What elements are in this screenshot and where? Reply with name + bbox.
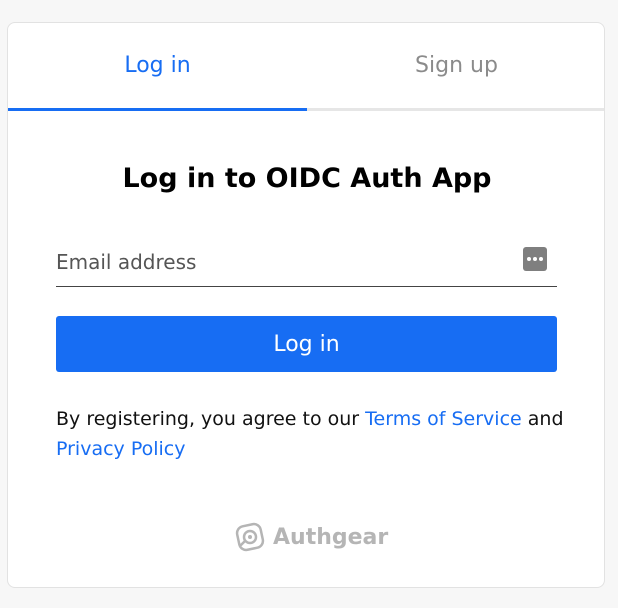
terms-and: and [527,408,564,430]
password-manager-icon[interactable] [523,247,547,271]
brand-footer: Authgear [234,521,388,553]
tab-signup[interactable]: Sign up [307,23,604,111]
email-input[interactable] [56,241,506,283]
authgear-logo-icon [235,522,265,552]
auth-tabs: Log in Sign up [8,23,604,111]
login-button[interactable]: Log in [56,316,557,372]
login-card: Log in Sign up Log in to OIDC Auth App L… [7,22,605,588]
terms-of-service-link[interactable]: Terms of Service [365,408,522,430]
tab-login[interactable]: Log in [8,23,307,111]
terms-notice: By registering, you agree to our Terms o… [56,404,566,464]
email-field-container [56,241,557,287]
brand-name: Authgear [273,524,389,550]
privacy-policy-link[interactable]: Privacy Policy [56,438,185,460]
terms-prefix: By registering, you agree to our [56,408,360,430]
page-title: Log in to OIDC Auth App [122,163,492,194]
